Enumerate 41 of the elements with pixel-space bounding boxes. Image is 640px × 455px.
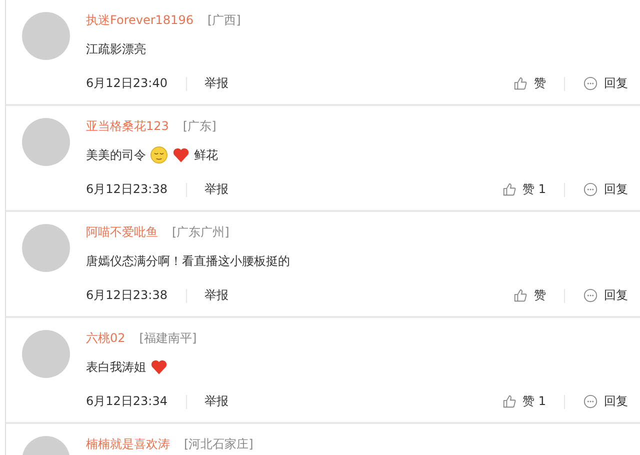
report-link[interactable]: 举报 [204,393,228,410]
comment-text: 唐嫣仪态满分啊！看直播这小腰板挺的 [86,252,290,270]
avatar-photo-placeholder[interactable] [22,118,70,166]
like-button[interactable]: 赞 1 [502,393,546,410]
report-link[interactable]: 举报 [204,75,228,92]
timestamp-text: 6月12日23:34 [86,393,168,410]
heart-icon [172,146,190,164]
timestamp-text: 6月12日23:38 [86,181,168,198]
avatar-photo-placeholder[interactable] [22,224,70,272]
reply-button[interactable]: 回复 [583,287,628,304]
speech-bubble-icon [583,76,598,91]
thumbs-up-icon [502,394,517,409]
report-link[interactable]: 举报 [204,287,228,304]
speech-bubble-icon [583,288,598,303]
location-text: [河北石家庄] [184,436,254,453]
comment-text: 表白我涛姐 [86,358,146,376]
timestamp-text: 6月12日23:40 [86,75,168,92]
speech-bubble-icon [583,182,598,197]
smiley-face-icon [150,146,168,164]
comment-text: 江疏影漂亮 [86,40,146,58]
thumbs-up-icon [513,288,528,303]
location-text: [广东] [182,118,216,135]
avatar-photo-placeholder[interactable] [22,330,70,378]
location-text: [福建南平] [139,330,197,347]
thumbs-up-icon [502,182,517,197]
report-link[interactable]: 举报 [204,181,228,198]
comment-text: 鲜花 [194,146,218,164]
comment-text: 美美的司令 [86,146,146,164]
location-text: [广东广州] [172,224,230,241]
thumbs-up-icon [513,76,528,91]
like-button[interactable]: 赞 [513,75,546,92]
reply-button[interactable]: 回复 [583,393,628,410]
speech-bubble-icon [583,394,598,409]
like-button[interactable]: 赞 1 [502,181,546,198]
reply-button[interactable]: 回复 [583,75,628,92]
avatar-photo-placeholder[interactable] [22,12,70,60]
like-button[interactable]: 赞 [513,287,546,304]
timestamp-text: 6月12日23:38 [86,287,168,304]
heart-icon [150,358,168,376]
location-text: [广西] [207,12,241,29]
reply-button[interactable]: 回复 [583,181,628,198]
